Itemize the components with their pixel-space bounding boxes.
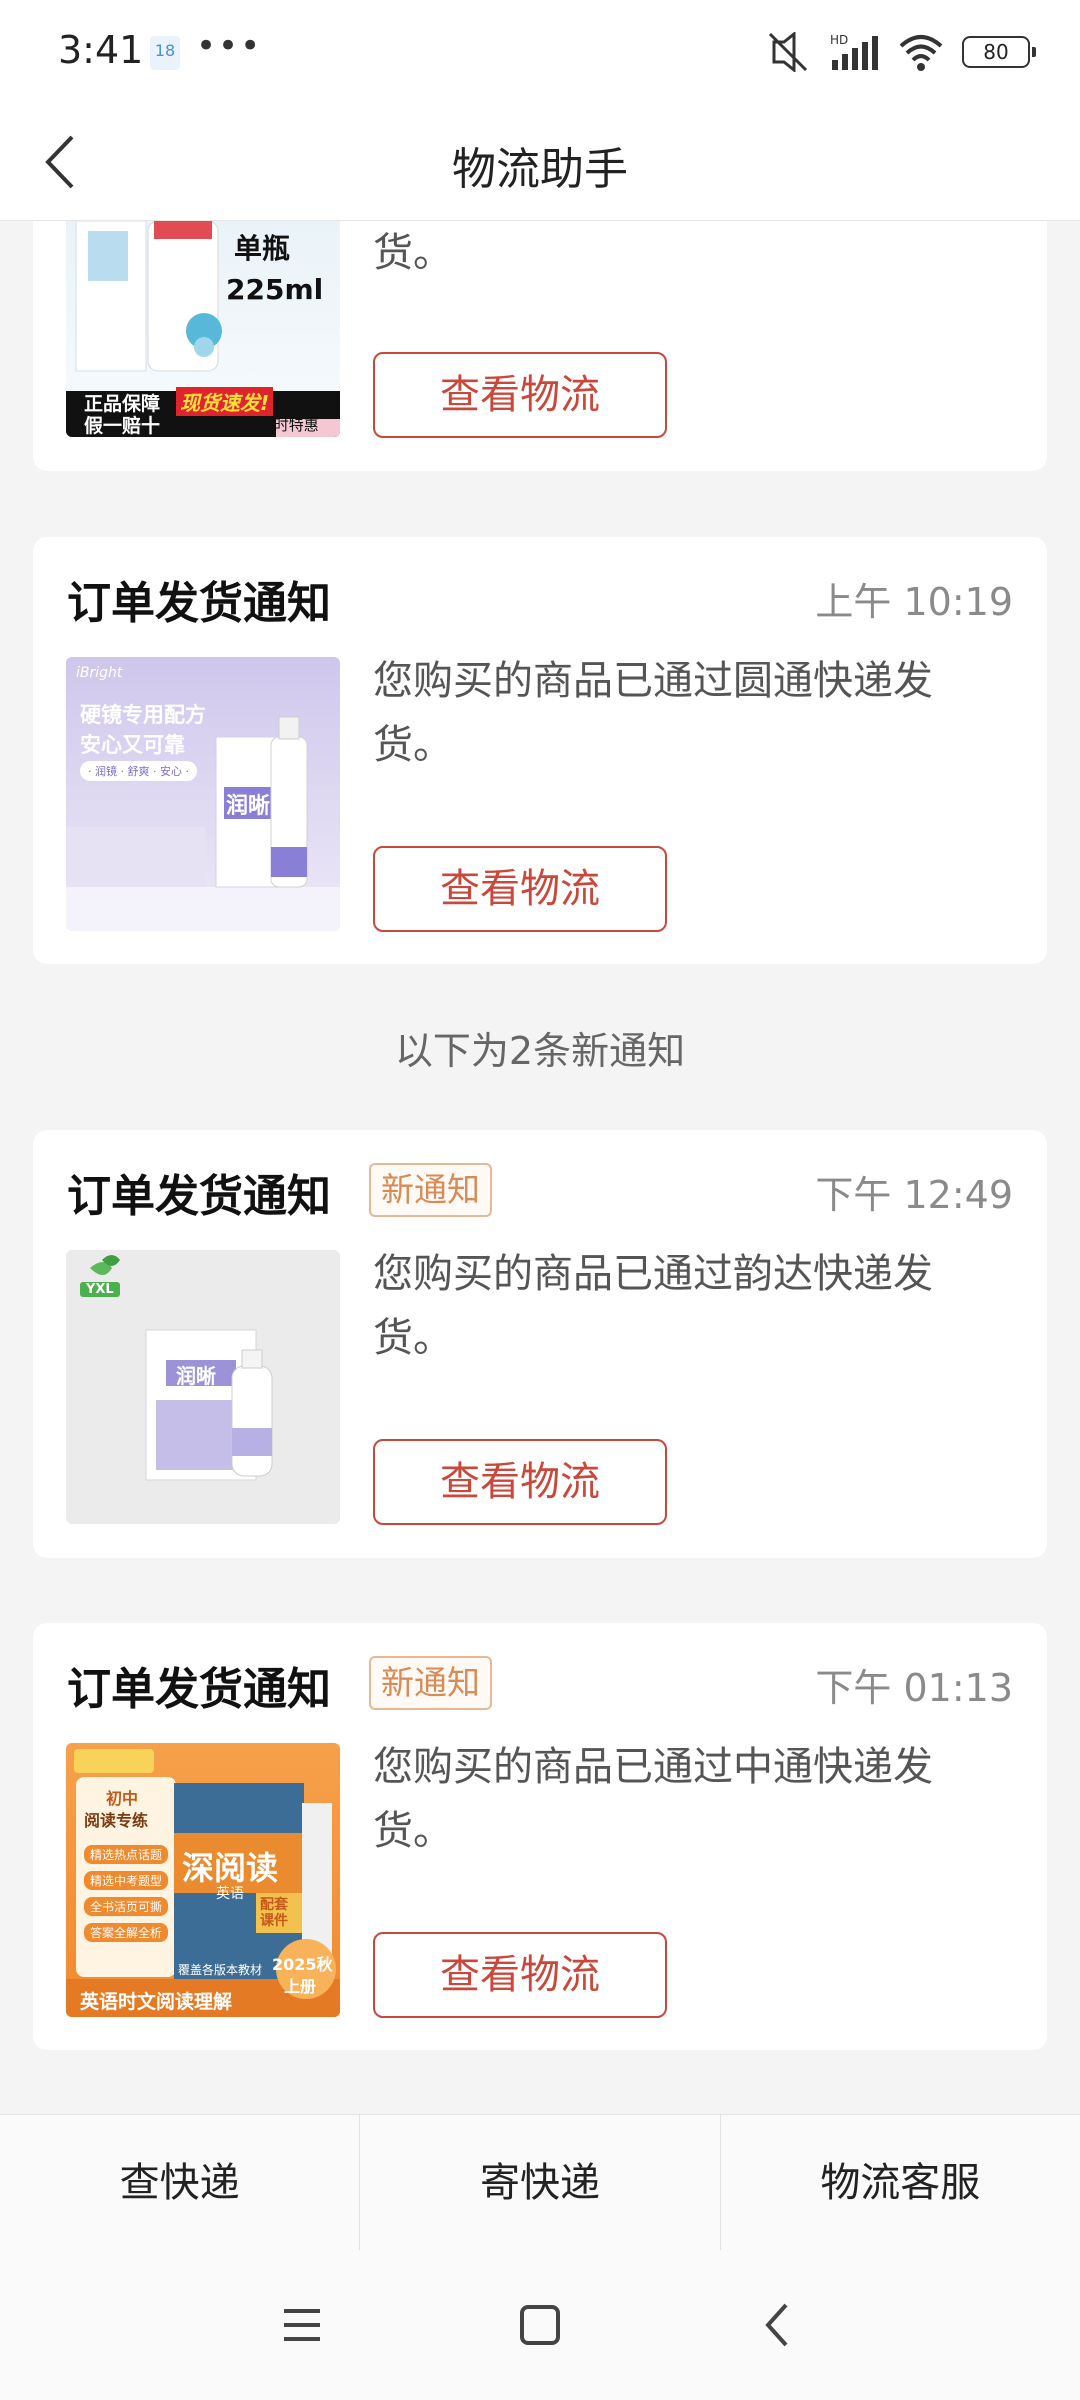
- thumb-tag-ship: 现货速发!: [176, 387, 274, 416]
- mute-icon: [768, 32, 808, 72]
- calendar-icon: 18: [150, 36, 180, 70]
- svg-text:HD: HD: [830, 33, 848, 47]
- view-logistics-button[interactable]: 查看物流: [373, 1932, 667, 2018]
- thumb-tag-compensation: 假一赔十: [84, 415, 161, 437]
- notification-message: 您购买的商品已通过圆通快递发货。: [373, 658, 933, 768]
- notification-message: 您购买的商品已通过韵达快递发货。: [373, 1251, 933, 1361]
- wifi-icon: [899, 35, 943, 71]
- thumb-logo: YXL: [80, 1282, 120, 1297]
- new-notification-badge: 新通知: [369, 1656, 492, 1710]
- notification-message: 您购买的商品已通过中通快递发货。: [373, 1744, 933, 1854]
- thumb-label-1: 单瓶: [234, 232, 291, 265]
- notification-message: 货。: [373, 230, 453, 276]
- bottom-tab-bar: 查快递 寄快递 物流客服: [0, 2114, 1080, 2251]
- notification-time: 下午 12:49: [815, 1173, 1013, 1217]
- thumb-bullet-2: 精选中考题型: [84, 1871, 169, 1890]
- thumb-bullet-3: 全书活页可撕: [84, 1897, 169, 1916]
- product-thumbnail[interactable]: YXL 润晰: [66, 1250, 340, 1524]
- signal-icon: HD: [830, 33, 878, 70]
- thumb-note: 覆盖各版本教材: [178, 1963, 263, 1977]
- notification-title: 订单发货通知: [67, 578, 331, 629]
- thumb-bottom-title: 英语时文阅读理解: [80, 1991, 233, 2013]
- thumb-label-2: 225ml: [226, 273, 324, 306]
- notification-time: 下午 01:13: [815, 1666, 1013, 1710]
- thumb-bullet-4: 答案全解全析: [84, 1923, 169, 1942]
- status-bar: 3:41 18 ••• HD 80: [0, 0, 1080, 105]
- view-logistics-button[interactable]: 查看物流: [373, 846, 667, 932]
- product-thumbnail[interactable]: iBright 硬镜专用配方 安心又可靠 · 润镜 · 舒爽 · 安心 · 润晰: [66, 657, 340, 931]
- thumb-pill: · 润镜 · 舒爽 · 安心 ·: [80, 761, 197, 781]
- menu-icon[interactable]: [272, 2295, 332, 2355]
- thumb-year: 2025秋: [272, 1955, 333, 1974]
- home-icon[interactable]: [510, 2295, 570, 2355]
- thumb-tag-practice: 阅读专练: [84, 1811, 149, 1830]
- thumb-bullet-1: 精选热点话题: [84, 1845, 169, 1864]
- product-thumbnail[interactable]: 单瓶 225ml 正品保障 假一赔十 现货速发! 院线同款 限时特惠: [66, 221, 340, 437]
- notification-title: 订单发货通知: [67, 1171, 331, 1222]
- thumb-courseware-badge: 配套课件: [260, 1897, 288, 1929]
- product-thumbnail[interactable]: 初中 阅读专练 精选热点话题 精选中考题型 全书活页可撕 答案全解全析 深阅读 …: [66, 1743, 340, 2017]
- tab-track-package[interactable]: 查快递: [0, 2115, 361, 2251]
- notification-time: 上午 10:19: [815, 580, 1013, 624]
- notification-card: 单瓶 225ml 正品保障 假一赔十 现货速发! 院线同款 限时特惠 货。 查看…: [33, 221, 1047, 471]
- notification-card: 订单发货通知 新通知 下午 12:49 YXL 润晰 您购买的商品已通过韵达快递…: [33, 1130, 1047, 1558]
- new-notifications-divider: 以下为2条新通知: [394, 1029, 686, 1073]
- notification-card: 订单发货通知 上午 10:19 iBright 硬镜专用配方 安心又可靠 · 润…: [33, 537, 1047, 964]
- notification-card: 订单发货通知 新通知 下午 01:13 初中 阅读专练 精选热点话题 精选中考题…: [33, 1623, 1047, 2050]
- view-logistics-button[interactable]: 查看物流: [373, 352, 667, 438]
- thumb-product-name: 润晰: [176, 1364, 216, 1388]
- view-logistics-button[interactable]: 查看物流: [373, 1439, 667, 1525]
- notification-title: 订单发货通知: [67, 1664, 331, 1715]
- thumb-headline-2: 安心又可靠: [80, 733, 185, 757]
- thumb-tag-promo: 院线同款 限时特惠: [194, 416, 319, 434]
- status-icons: HD 80: [766, 30, 1036, 74]
- thumb-volume: 上册: [284, 1977, 317, 1996]
- tab-send-package[interactable]: 寄快递: [360, 2115, 721, 2251]
- thumb-book-subject: 英语: [216, 1886, 244, 1902]
- thumb-product-name: 润晰: [226, 794, 271, 819]
- thumb-brand: iBright: [76, 665, 123, 681]
- thumb-headline-1: 硬镜专用配方: [80, 703, 206, 727]
- more-notifications-icon: •••: [196, 26, 263, 66]
- back-nav-icon[interactable]: [748, 2295, 808, 2355]
- tab-logistics-service[interactable]: 物流客服: [721, 2115, 1080, 2251]
- page-title: 物流助手: [452, 144, 628, 195]
- system-navigation-bar: [0, 2250, 1080, 2400]
- status-time: 3:41: [58, 28, 144, 72]
- thumb-tag-grade: 初中: [106, 1789, 139, 1808]
- header: 物流助手: [0, 105, 1080, 221]
- battery-icon: 80: [962, 36, 1036, 68]
- new-notification-badge: 新通知: [369, 1163, 492, 1217]
